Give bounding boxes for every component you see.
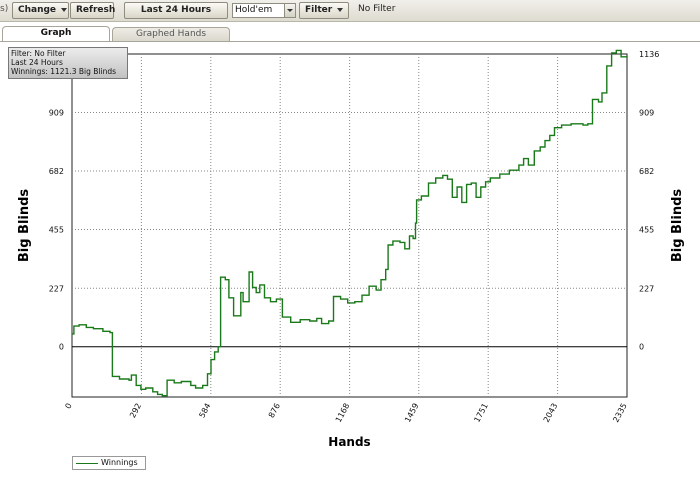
annotation-winnings: Winnings: 1121.3 Big Blinds — [11, 67, 116, 76]
chart-annotation: Filter: No Filter Last 24 Hours Winnings… — [8, 47, 128, 79]
x-tick-label: 292 — [128, 402, 143, 420]
time-range-button[interactable]: Last 24 Hours — [124, 2, 228, 19]
toolbar: s) Change Refresh Last 24 Hours Hold'em … — [0, 0, 700, 22]
y-tick-label-left: 455 — [49, 225, 64, 234]
y-axis-label-right: Big Blinds — [670, 189, 685, 263]
winnings-chart: 0 292 584 876 1168 1459 1751 2043 2335 0 0 227 227 45… — [17, 49, 685, 449]
y-axis-label-left: Big Blinds — [17, 189, 32, 263]
x-tick-label: 1751 — [472, 402, 490, 424]
x-tick-label: 2335 — [611, 402, 629, 424]
chevron-down-icon — [337, 7, 344, 12]
x-tick-label: 1459 — [403, 402, 421, 424]
legend-label: Winnings — [101, 458, 138, 467]
chart-legend: Winnings — [72, 456, 146, 470]
game-select[interactable]: Hold'em — [232, 3, 296, 18]
x-tick-label: 2043 — [542, 402, 560, 424]
x-tick-label: 0 — [63, 402, 73, 411]
annotation-time: Last 24 Hours — [11, 58, 63, 67]
filter-status: No Filter — [358, 4, 396, 14]
filter-button[interactable]: Filter — [299, 2, 349, 19]
tab-graphed-hands[interactable]: Graphed Hands — [112, 27, 230, 42]
y-tick-label-left: 909 — [49, 108, 64, 117]
tab-graph[interactable]: Graph — [2, 26, 110, 42]
refresh-button[interactable]: Refresh — [70, 2, 115, 19]
annotation-filter: Filter: No Filter — [11, 49, 66, 58]
tab-bar: Graph Graphed Hands — [0, 24, 700, 42]
y-tick-label-right: 682 — [639, 167, 654, 176]
y-tick-label-left: 227 — [49, 284, 64, 293]
game-select-value: Hold'em — [235, 5, 273, 15]
change-button-label: Change — [18, 5, 57, 15]
y-tick-label-right: 1136 — [639, 50, 659, 59]
x-tick-label: 584 — [197, 402, 212, 420]
y-tick-label-left: 0 — [59, 343, 64, 352]
y-tick-label-right: 909 — [639, 108, 654, 117]
x-tick-label: 876 — [267, 402, 282, 420]
y-tick-label-right: 455 — [639, 225, 654, 234]
chevron-down-icon[interactable] — [284, 4, 295, 17]
chevron-down-icon — [61, 7, 68, 12]
toolbar-edge-text: s) — [0, 4, 9, 14]
change-button[interactable]: Change — [12, 2, 69, 19]
filter-button-label: Filter — [305, 5, 333, 15]
x-tick-label: 1168 — [334, 402, 352, 424]
y-tick-label-right: 0 — [639, 343, 644, 352]
y-tick-label-left: 682 — [49, 167, 64, 176]
y-tick-label-right: 227 — [639, 284, 654, 293]
legend-swatch — [76, 463, 98, 464]
x-axis-label: Hands — [328, 435, 370, 449]
